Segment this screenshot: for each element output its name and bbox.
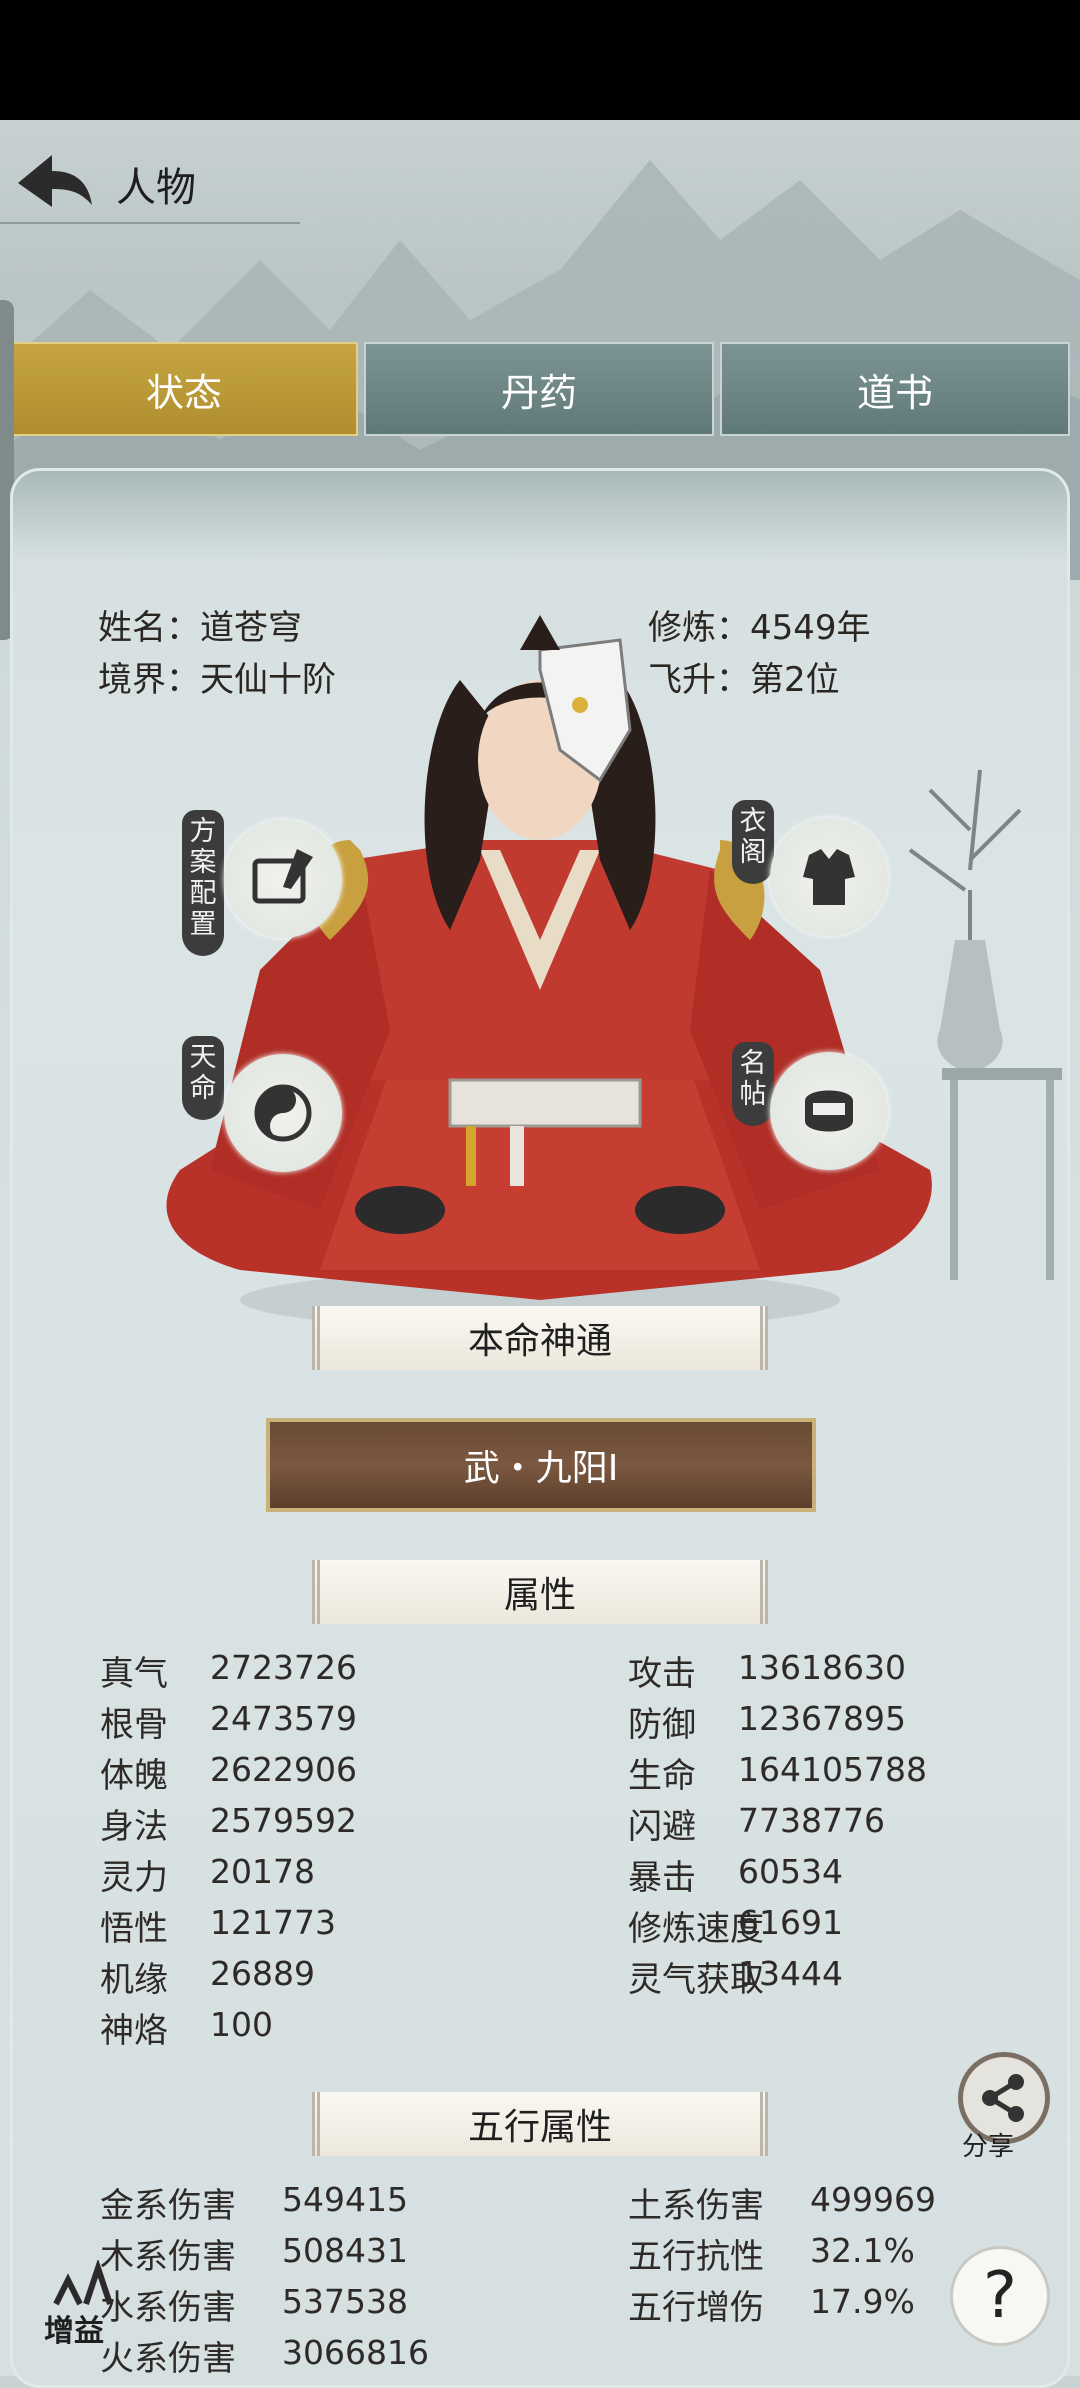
namecard-button[interactable] xyxy=(770,1052,888,1170)
stat-value: 499969 xyxy=(810,2180,936,2219)
share-label: 分享 xyxy=(962,2132,1015,2162)
robe-icon xyxy=(803,849,855,905)
stat-name: 土系伤害 xyxy=(628,2186,764,2226)
tab-daobook[interactable]: 道书 xyxy=(720,342,1070,436)
stat-name: 五行抗性 xyxy=(628,2237,764,2277)
stat-row: 身法 2579592 xyxy=(100,1799,357,1848)
elements-header: 五行属性 xyxy=(312,2092,768,2156)
plan-config-label: 方案配置 xyxy=(182,810,224,956)
back-arrow-icon xyxy=(18,155,92,207)
stat-value: 26889 xyxy=(210,1954,315,1993)
stat-value: 12367895 xyxy=(738,1699,906,1738)
stat-row: 攻击 13618630 xyxy=(628,1646,906,1695)
stat-value: 2579592 xyxy=(210,1801,357,1840)
boost-icon xyxy=(46,2258,116,2310)
back-button[interactable] xyxy=(0,135,100,225)
scroll-brush-icon xyxy=(252,849,313,904)
stat-name: 五行增伤 xyxy=(628,2288,764,2328)
stat-name: 悟性 xyxy=(100,1909,168,1949)
stat-value: 2473579 xyxy=(210,1699,357,1738)
help-button[interactable]: ? xyxy=(950,2246,1050,2346)
stat-value: 100 xyxy=(210,2005,273,2044)
stat-row: 悟性 121773 xyxy=(100,1901,336,1950)
stat-row: 闪避 7738776 xyxy=(628,1799,885,1848)
stat-name: 防御 xyxy=(628,1705,696,1745)
tab-daobook-label: 道书 xyxy=(856,370,933,415)
stat-value: 61691 xyxy=(738,1903,843,1942)
stat-name: 水系伤害 xyxy=(100,2288,236,2328)
stat-value: 549415 xyxy=(282,2180,408,2219)
stat-row: 火系伤害 3066816 xyxy=(100,2331,429,2380)
stat-value: 13618630 xyxy=(738,1648,906,1687)
yin-yang-icon xyxy=(254,1084,312,1142)
stat-value: 20178 xyxy=(210,1852,315,1891)
stat-value: 32.1% xyxy=(810,2231,915,2270)
stat-value: 3066816 xyxy=(282,2333,429,2372)
tab-status[interactable]: 状态 xyxy=(10,342,358,436)
stat-name: 金系伤害 xyxy=(100,2186,236,2226)
stat-name: 闪避 xyxy=(628,1807,696,1847)
stat-name: 根骨 xyxy=(100,1705,168,1745)
wardrobe-label: 衣阁 xyxy=(732,800,774,884)
stat-name: 灵力 xyxy=(100,1858,168,1898)
stat-row: 灵气获取 13444 xyxy=(628,1952,843,2001)
tab-status-label: 状态 xyxy=(145,370,222,415)
stat-row: 灵力 20178 xyxy=(100,1850,315,1899)
stat-row: 木系伤害 508431 xyxy=(100,2229,408,2278)
stat-value: 13444 xyxy=(738,1954,843,1993)
stat-name: 生命 xyxy=(628,1756,696,1796)
stat-name: 体魄 xyxy=(100,1756,168,1796)
stat-value: 121773 xyxy=(210,1903,336,1942)
stat-value: 2622906 xyxy=(210,1750,357,1789)
stat-name: 火系伤害 xyxy=(100,2339,236,2379)
fate-button[interactable] xyxy=(224,1054,342,1172)
stat-name: 神烙 xyxy=(100,2011,168,2051)
share-icon xyxy=(982,2074,1024,2122)
stat-row: 生命 164105788 xyxy=(628,1748,927,1797)
stat-value: 508431 xyxy=(282,2231,408,2270)
stat-row: 机缘 26889 xyxy=(100,1952,315,2001)
wardrobe-button[interactable] xyxy=(770,818,888,936)
stat-value: 7738776 xyxy=(738,1801,885,1840)
stat-row: 防御 12367895 xyxy=(628,1697,906,1746)
fate-label: 天命 xyxy=(182,1036,224,1120)
stat-row: 五行增伤 17.9% xyxy=(628,2280,915,2329)
boost-button[interactable]: 增益 xyxy=(44,2306,104,2350)
stat-row: 金系伤害 549415 xyxy=(100,2178,408,2227)
plan-config-button[interactable] xyxy=(224,820,342,938)
question-mark-icon: ? xyxy=(983,2259,1017,2333)
stat-value: 60534 xyxy=(738,1852,843,1891)
namecard-label: 名帖 xyxy=(732,1042,774,1126)
header-divider xyxy=(0,222,300,224)
stat-name: 机缘 xyxy=(100,1960,168,2000)
stat-row: 体魄 2622906 xyxy=(100,1748,357,1797)
stat-value: 164105788 xyxy=(738,1750,927,1789)
tab-medicine[interactable]: 丹药 xyxy=(364,342,714,436)
stat-value: 537538 xyxy=(282,2282,408,2321)
stat-value: 2723726 xyxy=(210,1648,357,1687)
stat-name: 木系伤害 xyxy=(100,2237,236,2277)
tab-medicine-label: 丹药 xyxy=(500,370,577,415)
stat-row: 真气 2723726 xyxy=(100,1646,357,1695)
stat-row: 修炼速度 61691 xyxy=(628,1901,843,1950)
stat-name: 身法 xyxy=(100,1807,168,1847)
stat-row: 五行抗性 32.1% xyxy=(628,2229,915,2278)
stat-name: 真气 xyxy=(100,1654,168,1694)
page-title: 人物 xyxy=(116,165,196,211)
stat-value: 17.9% xyxy=(810,2282,915,2321)
skill-name: 武・九阳I xyxy=(463,1448,619,1489)
stat-row: 神烙 100 xyxy=(100,2003,273,2052)
stat-row: 暴击 60534 xyxy=(628,1850,843,1899)
character-portrait xyxy=(166,615,932,1330)
innate-skill-button[interactable]: 武・九阳I xyxy=(266,1418,816,1512)
stat-row: 水系伤害 537538 xyxy=(100,2280,408,2329)
name-card-icon xyxy=(805,1090,853,1132)
attributes-header: 属性 xyxy=(312,1560,768,1624)
stat-row: 土系伤害 499969 xyxy=(628,2178,936,2227)
stat-name: 攻击 xyxy=(628,1654,696,1694)
innate-skill-header: 本命神通 xyxy=(312,1306,768,1370)
status-bar xyxy=(0,0,1080,120)
stat-row: 根骨 2473579 xyxy=(100,1697,357,1746)
stat-name: 暴击 xyxy=(628,1858,696,1898)
